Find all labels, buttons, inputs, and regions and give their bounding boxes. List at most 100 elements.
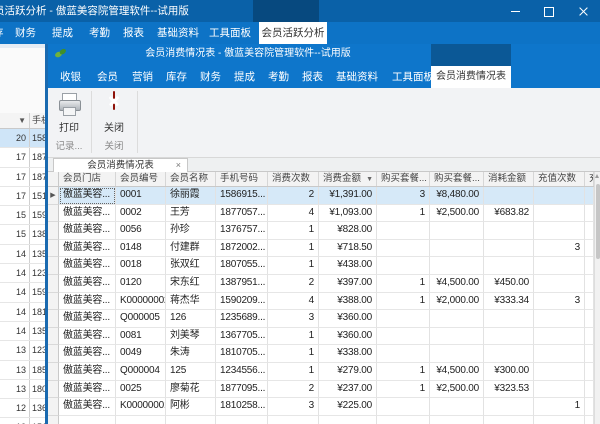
cell[interactable]: 蒋杰华: [166, 293, 216, 311]
table-row[interactable]: 1513879: [0, 225, 45, 244]
cell[interactable]: [534, 363, 585, 381]
cell[interactable]: 0056: [116, 222, 166, 240]
cell[interactable]: [377, 345, 430, 363]
cell[interactable]: 3: [534, 293, 585, 311]
cell[interactable]: 3: [377, 187, 430, 205]
table-row[interactable]: 傲蓝美容...K00000001阿彬1810258...3¥225.001: [48, 398, 594, 416]
cell[interactable]: [534, 416, 585, 424]
table-row[interactable]: ▶傲蓝美容...0001徐丽霞1586915...2¥1,391.003¥8,4…: [48, 187, 594, 205]
cell[interactable]: [534, 205, 585, 223]
cell[interactable]: 刘美琴: [166, 328, 216, 346]
table-row[interactable]: 傲蓝美容...0056孙珍1376757...1¥828.00: [48, 222, 594, 240]
cell[interactable]: 傲蓝美容...: [59, 328, 116, 346]
table-row[interactable]: 1413576: [0, 322, 45, 341]
cell[interactable]: [585, 187, 594, 205]
cell[interactable]: ¥323.53: [484, 381, 534, 399]
column-header[interactable]: 会员门店: [59, 172, 116, 186]
menu-item[interactable]: 收银: [60, 66, 81, 88]
cell[interactable]: [585, 293, 594, 311]
cell[interactable]: [534, 381, 585, 399]
cell[interactable]: 0002: [116, 205, 166, 223]
column-header[interactable]: 购买套餐...: [377, 172, 430, 186]
cell[interactable]: 1: [268, 345, 319, 363]
menu-item[interactable]: 考勤: [268, 66, 289, 88]
menu-item[interactable]: 报表: [302, 66, 323, 88]
cell[interactable]: 1: [377, 275, 430, 293]
scrollbar-thumb[interactable]: [596, 184, 600, 259]
document-tab[interactable]: 会员消费情况表 ×: [53, 158, 188, 172]
cell[interactable]: [484, 222, 534, 240]
column-header[interactable]: 会员编号: [116, 172, 166, 186]
cell[interactable]: 1: [377, 205, 430, 223]
cell[interactable]: ¥397.00: [319, 275, 377, 293]
cell[interactable]: [585, 257, 594, 275]
cell[interactable]: 1: [268, 222, 319, 240]
cell[interactable]: 1: [268, 257, 319, 275]
tab-close-icon[interactable]: ×: [176, 159, 181, 172]
cell[interactable]: [484, 328, 534, 346]
menu-item[interactable]: 会员: [97, 66, 118, 88]
cell[interactable]: 4: [268, 205, 319, 223]
table-row[interactable]: 傲蓝美容...0002王芳1877057...4¥1,093.001¥2,500…: [48, 205, 594, 223]
cell[interactable]: [585, 310, 594, 328]
cell[interactable]: 傲蓝美容...: [59, 240, 116, 258]
cell[interactable]: ¥8,480.00: [430, 187, 484, 205]
menu-item[interactable]: 工具面板: [392, 66, 434, 88]
menu-item[interactable]: 工具面板: [209, 22, 251, 44]
menu-item[interactable]: 基础资料: [336, 66, 378, 88]
table-row[interactable]: 1318070: [0, 380, 45, 399]
column-header[interactable]: 手机号码: [216, 172, 268, 186]
cell[interactable]: 1810258...: [216, 398, 268, 416]
cell[interactable]: [484, 398, 534, 416]
cell[interactable]: 1: [268, 328, 319, 346]
cell[interactable]: ¥279.00: [319, 363, 377, 381]
cell[interactable]: [585, 275, 594, 293]
table-row[interactable]: 1412356: [0, 264, 45, 283]
cell[interactable]: [430, 416, 484, 424]
cell[interactable]: [585, 205, 594, 223]
menu-item[interactable]: 提成: [52, 22, 73, 44]
cell[interactable]: ¥2,000.00: [430, 293, 484, 311]
cell[interactable]: 张双红: [166, 257, 216, 275]
cell[interactable]: [484, 240, 534, 258]
table-row[interactable]: 1418102: [0, 303, 45, 322]
cell[interactable]: Q000005: [116, 310, 166, 328]
cell[interactable]: ¥2,500.00: [430, 205, 484, 223]
cell[interactable]: 2: [268, 275, 319, 293]
cell[interactable]: [534, 257, 585, 275]
cell[interactable]: 3: [534, 240, 585, 258]
cell[interactable]: Q000004: [116, 363, 166, 381]
cell[interactable]: ¥388.00: [319, 293, 377, 311]
cell[interactable]: 2: [268, 187, 319, 205]
cell[interactable]: 1590209...: [216, 293, 268, 311]
cell[interactable]: [377, 416, 430, 424]
cell[interactable]: 1877095...: [216, 381, 268, 399]
column-header[interactable]: 消耗金额: [484, 172, 534, 186]
menu-item[interactable]: 考勤: [89, 22, 110, 44]
cell[interactable]: 王芳: [166, 205, 216, 223]
cell[interactable]: 阿彬: [166, 398, 216, 416]
cell[interactable]: [430, 398, 484, 416]
table-row[interactable]: 1312345: [0, 341, 45, 360]
cell[interactable]: ¥1,093.00: [319, 205, 377, 223]
cell[interactable]: [585, 381, 594, 399]
cell[interactable]: [377, 310, 430, 328]
cell[interactable]: 0049: [116, 345, 166, 363]
cell[interactable]: 宋东红: [166, 275, 216, 293]
cell[interactable]: [585, 416, 594, 424]
menu-item[interactable]: 库存: [166, 66, 187, 88]
column-header[interactable]: 会员名称: [166, 172, 216, 186]
cell[interactable]: 傲蓝美容...: [59, 398, 116, 416]
cell[interactable]: [377, 240, 430, 258]
cell[interactable]: 傲蓝美容...: [59, 187, 116, 205]
cell[interactable]: 1: [377, 363, 430, 381]
table-row[interactable]: 1715170: [0, 187, 45, 206]
cell[interactable]: 1387951...: [216, 275, 268, 293]
cell[interactable]: 0001: [116, 187, 166, 205]
cell[interactable]: [377, 257, 430, 275]
cell[interactable]: 0081: [116, 328, 166, 346]
cell[interactable]: [430, 257, 484, 275]
table-row[interactable]: 1718770: [0, 148, 45, 167]
cell[interactable]: 4: [268, 293, 319, 311]
scroll-up-icon[interactable]: [595, 174, 599, 178]
